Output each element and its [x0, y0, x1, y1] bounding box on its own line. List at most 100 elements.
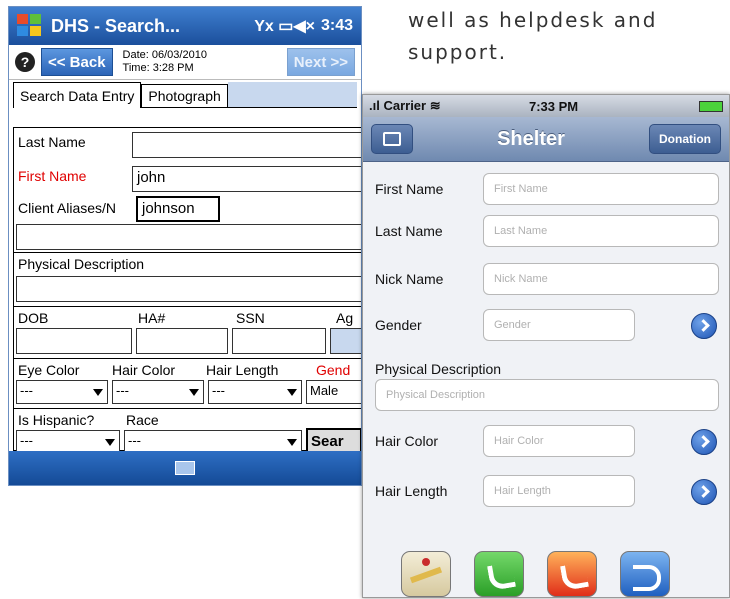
first-name-field[interactable]: john [132, 166, 361, 192]
gender-label: Gend [316, 362, 351, 378]
back-button[interactable]: << Back [41, 48, 113, 76]
aliases-label: Client Aliases/N [18, 200, 117, 216]
eye-color-select[interactable]: --- [16, 380, 108, 404]
age-label: Ag [336, 310, 354, 326]
dropdown-arrow-icon [105, 439, 115, 446]
wm-tabs: Search Data Entry Photograph [13, 82, 357, 108]
nick-name-field[interactable]: Nick Name [483, 263, 719, 295]
divider [14, 252, 361, 253]
last-name-field[interactable] [132, 132, 361, 158]
divider [14, 358, 361, 359]
last-name-field[interactable]: Last Name [483, 215, 719, 247]
physical-description-field[interactable]: Physical Description [375, 379, 719, 411]
dropdown-arrow-icon [287, 439, 297, 446]
wm-window-title: DHS - Search... [51, 15, 181, 36]
gender-disclosure-icon[interactable] [691, 313, 717, 339]
date-text: Date: 06/03/2010 [122, 49, 207, 61]
race-value: --- [128, 433, 141, 448]
wm-status-icons: Yx ▭◀× [254, 18, 315, 35]
hair-color-value: --- [116, 383, 129, 398]
hair-length-label: Hair Length [206, 362, 279, 378]
phone-icon[interactable] [474, 551, 524, 597]
aliases-field[interactable]: johnson [136, 196, 220, 222]
first-name-field[interactable]: First Name [483, 173, 719, 205]
divider [14, 306, 361, 307]
hispanic-value: --- [20, 433, 33, 448]
keyboard-icon[interactable] [175, 461, 195, 475]
gender-select[interactable]: Male [306, 380, 361, 404]
last-name-label: Last Name [18, 134, 86, 150]
hair-length-label: Hair Length [375, 483, 448, 499]
date-time-readout: Date: 06/03/2010 Time: 3:28 PM [123, 49, 207, 75]
hair-color-label: Hair Color [375, 433, 439, 449]
physical-description-field[interactable] [16, 276, 361, 302]
ios-clock: 7:33 PM [529, 98, 579, 114]
ssn-label: SSN [236, 310, 265, 326]
age-field[interactable] [330, 328, 361, 354]
article-text: well as helpdesk and support. [408, 4, 730, 68]
article-line-2: support. [408, 40, 508, 64]
gender-field[interactable]: Gender [483, 309, 635, 341]
ha-field[interactable] [136, 328, 228, 354]
gender-label: Gender [375, 317, 422, 333]
dob-field[interactable] [16, 328, 132, 354]
race-label: Race [126, 412, 159, 428]
dropdown-arrow-icon [189, 389, 199, 396]
physical-description-label: Physical Description [18, 256, 145, 272]
nick-name-label: Nick Name [375, 271, 444, 287]
hispanic-label: Is Hispanic? [18, 412, 95, 428]
camera-icon [383, 132, 401, 146]
first-name-label: First Name [375, 181, 444, 197]
tab-strip-fill [227, 82, 357, 108]
last-name-label: Last Name [375, 223, 443, 239]
dropdown-arrow-icon [93, 389, 103, 396]
hair-color-field[interactable]: Hair Color [483, 425, 635, 457]
hair-length-disclosure-icon[interactable] [691, 479, 717, 505]
page-title: Shelter [497, 127, 565, 150]
ios-status-bar: .ıl Carrier ≋ 7:33 PM [363, 95, 729, 117]
eye-color-label: Eye Color [18, 362, 80, 378]
divider [14, 408, 361, 409]
ssn-field[interactable] [232, 328, 326, 354]
app-dock [401, 551, 670, 597]
windows-flag-icon[interactable] [17, 14, 43, 38]
time-text: Time: 3:28 PM [122, 62, 194, 74]
article-line-1: well as helpdesk and [408, 8, 658, 32]
gender-value: Male [310, 383, 339, 398]
physical-description-label: Physical Description [375, 361, 502, 377]
donation-button[interactable]: Donation [649, 124, 721, 154]
first-name-label: First Name [18, 168, 87, 184]
hair-color-disclosure-icon[interactable] [691, 429, 717, 455]
hair-length-value: --- [212, 383, 225, 398]
hair-length-field[interactable]: Hair Length [483, 475, 635, 507]
hair-length-select[interactable]: --- [208, 380, 302, 404]
wm-soft-key-bar [9, 451, 361, 485]
search-form: Last Name First Name john Client Aliases… [13, 127, 361, 454]
carrier-label: .ıl Carrier ≋ [369, 98, 529, 114]
camera-button[interactable] [371, 124, 413, 154]
signal-icon: .ıl [369, 98, 384, 113]
ha-label: HA# [138, 310, 166, 326]
dob-label: DOB [18, 310, 49, 326]
ios-nav-bar: Shelter Donation [363, 117, 729, 162]
tab-photograph[interactable]: Photograph [141, 84, 228, 108]
eye-color-value: --- [20, 383, 33, 398]
help-icon[interactable]: ? [15, 52, 35, 72]
maps-icon[interactable] [401, 551, 451, 597]
next-button[interactable]: Next >> [286, 48, 355, 76]
carrier-name: Carrier [383, 98, 427, 113]
wm-clock: 3:43 [320, 17, 353, 34]
wifi-icon: ≋ [426, 98, 441, 113]
aliases-field-2[interactable] [16, 224, 361, 250]
phone-icon[interactable] [547, 551, 597, 597]
battery-icon [699, 100, 723, 112]
tab-search-data-entry[interactable]: Search Data Entry [13, 82, 142, 108]
wm-title-bar: DHS - Search... Yx ▭◀× 3:43 [9, 7, 361, 45]
wm-nav-bar: ? << Back Date: 06/03/2010 Time: 3:28 PM… [9, 45, 361, 80]
windows-mobile-screen: DHS - Search... Yx ▭◀× 3:43 ? << Back Da… [8, 6, 362, 486]
reply-icon[interactable] [620, 551, 670, 597]
dropdown-arrow-icon [287, 389, 297, 396]
iphone-screen: .ıl Carrier ≋ 7:33 PM Shelter Donation F… [362, 94, 730, 598]
hair-color-select[interactable]: --- [112, 380, 204, 404]
hair-color-label: Hair Color [112, 362, 176, 378]
